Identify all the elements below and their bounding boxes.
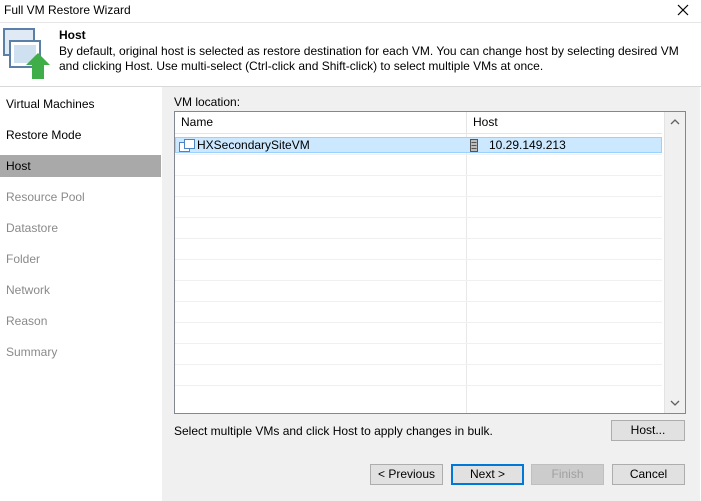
wizard-footer: < Previous Next > Finish Cancel bbox=[162, 451, 700, 501]
step-network[interactable]: Network bbox=[0, 279, 161, 301]
cancel-button[interactable]: Cancel bbox=[612, 464, 685, 485]
scroll-down-icon[interactable] bbox=[669, 397, 681, 409]
row-gridline bbox=[175, 217, 662, 218]
row-gridline bbox=[175, 385, 662, 386]
step-restore-mode[interactable]: Restore Mode bbox=[0, 124, 161, 146]
host-restore-icon bbox=[3, 28, 50, 79]
column-header-host[interactable]: Host bbox=[466, 112, 662, 133]
step-title: Host bbox=[59, 28, 86, 42]
vertical-scrollbar[interactable] bbox=[664, 112, 685, 413]
step-description: By default, original host is selected as… bbox=[59, 44, 679, 73]
step-datastore[interactable]: Datastore bbox=[0, 217, 161, 239]
wizard-header: Host By default, original host is select… bbox=[0, 23, 701, 85]
row-gridline bbox=[175, 364, 662, 365]
row-gridline bbox=[175, 301, 662, 302]
scroll-up-icon[interactable] bbox=[669, 116, 681, 128]
step-reason[interactable]: Reason bbox=[0, 310, 161, 332]
table-row[interactable]: HXSecondarySiteVM 10.29.149.213 bbox=[175, 137, 662, 153]
table-header: Name Host bbox=[175, 112, 662, 134]
next-button[interactable]: Next > bbox=[451, 464, 524, 485]
wizard-steps: Virtual Machines Restore Mode Host Resou… bbox=[0, 87, 161, 467]
row-gridline bbox=[175, 280, 662, 281]
close-icon[interactable] bbox=[673, 0, 693, 20]
host-server-icon bbox=[470, 139, 478, 152]
step-summary[interactable]: Summary bbox=[0, 341, 161, 363]
row-gridline bbox=[175, 238, 662, 239]
row-gridline bbox=[175, 175, 662, 176]
column-header-name[interactable]: Name bbox=[175, 112, 466, 133]
vm-location-label: VM location: bbox=[174, 95, 241, 109]
title-bar: Full VM Restore Wizard bbox=[0, 0, 701, 23]
step-virtual-machines[interactable]: Virtual Machines bbox=[0, 93, 161, 115]
previous-button[interactable]: < Previous bbox=[370, 464, 443, 485]
vm-location-table: Name Host HXSecondarySiteVM 10.29.149.21… bbox=[174, 111, 686, 414]
vm-name-cell: HXSecondarySiteVM bbox=[197, 138, 310, 152]
row-gridline bbox=[175, 154, 662, 155]
step-content: VM location: Name Host HXSecondarySiteVM… bbox=[162, 87, 700, 451]
row-gridline bbox=[175, 322, 662, 323]
host-cell: 10.29.149.213 bbox=[489, 138, 566, 152]
step-folder[interactable]: Folder bbox=[0, 248, 161, 270]
step-host[interactable]: Host bbox=[0, 155, 161, 177]
row-gridline bbox=[175, 343, 662, 344]
finish-button: Finish bbox=[531, 464, 604, 485]
window-title: Full VM Restore Wizard bbox=[4, 3, 131, 17]
table-body: HXSecondarySiteVM 10.29.149.213 bbox=[175, 134, 662, 413]
host-button[interactable]: Host... bbox=[611, 420, 685, 441]
vm-icon bbox=[179, 139, 195, 152]
bulk-change-hint: Select multiple VMs and click Host to ap… bbox=[174, 424, 493, 438]
step-resource-pool[interactable]: Resource Pool bbox=[0, 186, 161, 208]
row-gridline bbox=[175, 259, 662, 260]
row-gridline bbox=[175, 196, 662, 197]
